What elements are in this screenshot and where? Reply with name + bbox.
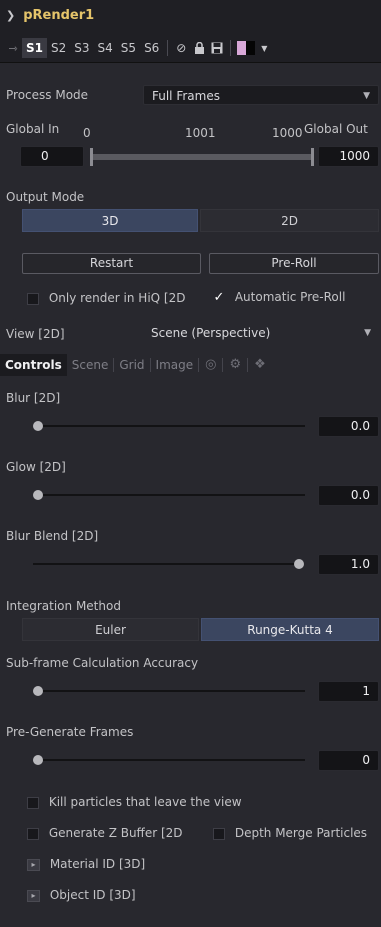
view-label: View [2D] bbox=[6, 327, 65, 341]
automatic-preroll-label: Automatic Pre-Roll bbox=[234, 290, 346, 304]
pregenerate-frames-label: Pre-Generate Frames bbox=[6, 725, 134, 739]
range-end-handle[interactable] bbox=[311, 148, 314, 166]
global-in-top-value: 0 bbox=[83, 126, 91, 140]
blur-label: Blur [2D] bbox=[6, 391, 61, 405]
blur-blend-value-field[interactable]: 1.0 bbox=[318, 554, 379, 575]
subframe-slider-track[interactable] bbox=[37, 690, 305, 692]
expand-arrow-icon[interactable]: ▸ bbox=[27, 889, 40, 902]
view-value: Scene (Perspective) bbox=[151, 326, 271, 340]
global-out-label: Global Out bbox=[304, 122, 368, 136]
lock-icon[interactable] bbox=[190, 39, 208, 57]
global-range-bar[interactable] bbox=[93, 154, 311, 160]
global-mid-value: 1001 bbox=[185, 126, 216, 140]
checkbox-box[interactable] bbox=[27, 292, 39, 305]
slot-s1-button[interactable]: S1 bbox=[22, 38, 47, 58]
blur-blend-label: Blur Blend [2D] bbox=[6, 529, 99, 543]
depth-merge-checkbox[interactable]: Depth Merge Particles bbox=[213, 826, 381, 840]
checkbox-box[interactable] bbox=[27, 827, 39, 840]
slot-s4-button[interactable]: S4 bbox=[94, 38, 117, 58]
object-id-label: Object ID [3D] bbox=[49, 888, 136, 902]
generate-z-buffer-label: Generate Z Buffer [2D bbox=[48, 826, 183, 840]
blur-slider-knob[interactable] bbox=[33, 421, 43, 431]
motion-blur-icon[interactable]: ◎ bbox=[199, 354, 222, 376]
dropdown-arrow-icon[interactable]: ▼ bbox=[255, 39, 273, 57]
checkbox-box[interactable] bbox=[27, 796, 39, 809]
pregenerate-slider-knob[interactable] bbox=[33, 755, 43, 765]
automatic-preroll-checkbox[interactable]: ✓ Automatic Pre-Roll bbox=[213, 290, 346, 305]
save-icon[interactable] bbox=[208, 39, 226, 57]
dropdown-arrow-icon: ▼ bbox=[364, 328, 371, 338]
glow-value-field[interactable]: 0.0 bbox=[318, 485, 379, 506]
output-mode-3d-button[interactable]: 3D bbox=[22, 209, 198, 232]
blur-blend-slider-track[interactable] bbox=[33, 563, 301, 565]
dropdown-arrow-icon: ▼ bbox=[363, 91, 370, 101]
slot-s6-button[interactable]: S6 bbox=[140, 38, 163, 58]
slot-s5-button[interactable]: S5 bbox=[117, 38, 140, 58]
generate-z-buffer-checkbox[interactable]: Generate Z Buffer [2D bbox=[27, 826, 183, 840]
tab-image[interactable]: Image bbox=[151, 354, 199, 376]
view-dropdown[interactable]: Scene (Perspective) ▼ bbox=[143, 323, 379, 343]
tab-controls[interactable]: Controls bbox=[0, 354, 67, 376]
chevron-down-icon[interactable]: ❯ bbox=[6, 9, 15, 22]
kill-particles-checkbox[interactable]: Kill particles that leave the view bbox=[27, 795, 242, 809]
integration-method-label: Integration Method bbox=[6, 599, 121, 613]
object-id-expander[interactable]: ▸ Object ID [3D] bbox=[27, 888, 136, 902]
settings-slot-bar: ⇾ S1 S2 S3 S4 S5 S6 ⊘ ▼ bbox=[4, 38, 273, 58]
color-swatch-dark[interactable] bbox=[246, 41, 256, 55]
process-mode-dropdown[interactable]: Full Frames ▼ bbox=[143, 85, 379, 105]
slot-s3-button[interactable]: S3 bbox=[70, 38, 93, 58]
checkmark-icon[interactable]: ✓ bbox=[213, 290, 225, 305]
global-out-field[interactable]: 1000 bbox=[318, 146, 379, 167]
subframe-value-field[interactable]: 1 bbox=[318, 681, 379, 702]
global-out-top-value: 1000 bbox=[272, 126, 303, 140]
expand-arrow-icon[interactable]: ▸ bbox=[27, 858, 40, 871]
output-mode-label: Output Mode bbox=[6, 190, 85, 204]
separator bbox=[230, 40, 232, 56]
kill-particles-label: Kill particles that leave the view bbox=[48, 795, 242, 809]
restart-button[interactable]: Restart bbox=[22, 253, 201, 274]
color-swatch-icon[interactable] bbox=[237, 41, 247, 55]
pregenerate-value-field[interactable]: 0 bbox=[318, 750, 379, 771]
checkbox-box[interactable] bbox=[213, 827, 225, 840]
subframe-accuracy-label: Sub-frame Calculation Accuracy bbox=[6, 656, 199, 670]
glow-slider-knob[interactable] bbox=[33, 490, 43, 500]
header-divider bbox=[0, 62, 381, 63]
settings-gear-icon[interactable]: ⚙ bbox=[223, 354, 247, 376]
output-mode-2d-button[interactable]: 2D bbox=[200, 209, 379, 232]
glow-label: Glow [2D] bbox=[6, 460, 66, 474]
only-render-hiq-label: Only render in HiQ [2D bbox=[48, 291, 186, 305]
integration-runge-kutta-button[interactable]: Runge-Kutta 4 bbox=[201, 618, 379, 641]
depth-merge-label: Depth Merge Particles bbox=[234, 826, 368, 840]
tab-bar: Controls Scene Grid Image ◎ ⚙ ❖ bbox=[0, 354, 381, 376]
tool-name: pRender1 bbox=[23, 8, 95, 23]
glow-slider-track[interactable] bbox=[37, 494, 305, 496]
blur-blend-slider-knob[interactable] bbox=[294, 559, 304, 569]
separator bbox=[167, 40, 169, 56]
only-render-hiq-checkbox[interactable]: Only render in HiQ [2D bbox=[27, 291, 185, 305]
tab-scene[interactable]: Scene bbox=[67, 354, 114, 376]
preroll-button[interactable]: Pre-Roll bbox=[209, 253, 379, 274]
process-mode-value: Full Frames bbox=[152, 89, 220, 103]
tab-grid[interactable]: Grid bbox=[114, 354, 149, 376]
slot-s2-button[interactable]: S2 bbox=[47, 38, 70, 58]
pin-icon[interactable]: ⇾ bbox=[4, 42, 22, 55]
process-mode-label: Process Mode bbox=[6, 88, 89, 102]
global-in-field[interactable]: 0 bbox=[20, 146, 84, 167]
info-icon[interactable]: ❖ bbox=[248, 354, 272, 376]
subframe-slider-knob[interactable] bbox=[33, 686, 43, 696]
blur-value-field[interactable]: 0.0 bbox=[318, 416, 379, 437]
tool-title[interactable]: ❯ pRender1 bbox=[6, 5, 94, 27]
material-id-label: Material ID [3D] bbox=[49, 857, 146, 871]
material-id-expander[interactable]: ▸ Material ID [3D] bbox=[27, 857, 145, 871]
integration-euler-button[interactable]: Euler bbox=[22, 618, 199, 641]
blur-slider-track[interactable] bbox=[37, 425, 305, 427]
disable-icon[interactable]: ⊘ bbox=[172, 39, 190, 57]
pregenerate-slider-track[interactable] bbox=[37, 759, 305, 761]
global-in-label: Global In bbox=[6, 122, 60, 136]
